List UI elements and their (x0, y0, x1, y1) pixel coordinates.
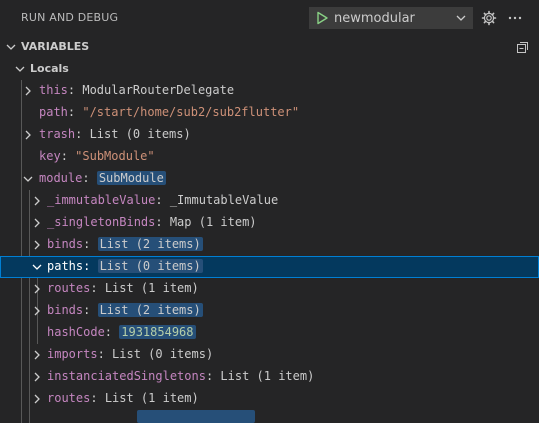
variable-value: Map (1 item) (169, 215, 257, 229)
variable-name: binds (47, 303, 84, 317)
chevron-down-icon (23, 176, 33, 182)
variable-row-singleton-binds[interactable]: _singletonBinds: Map (1 item) (0, 212, 539, 234)
chevron-right-icon (34, 196, 40, 206)
locals-scope[interactable]: Locals (0, 58, 539, 80)
variable-row-hashcode[interactable]: hashCode: 1931854968 (0, 322, 539, 344)
variable-row-this[interactable]: this: ModularRouterDelegate (0, 80, 539, 102)
variable-value: ModularRouterDelegate (82, 83, 235, 97)
run-and-debug-header: RUN AND DEBUG newmodular (0, 0, 539, 36)
variable-name: hashCode (47, 325, 105, 339)
chevron-right-icon (25, 130, 31, 140)
variable-name: module (39, 171, 83, 185)
chevron-right-icon (34, 240, 40, 250)
variable-row-module[interactable]: module: SubModule (0, 168, 539, 190)
collapse-all-icon[interactable] (515, 39, 531, 55)
variable-row-path[interactable]: path: "/start/home/sub2/sub2flutter" (0, 102, 539, 124)
chevron-down-icon (15, 66, 25, 72)
chevron-down-icon (6, 44, 16, 50)
chevron-right-icon (34, 284, 40, 294)
chevron-right-icon (34, 350, 40, 360)
variable-value: List (1 item) (220, 369, 315, 383)
variable-row-imports[interactable]: imports: List (0 items) (0, 344, 539, 366)
variable-value: List (1 item) (104, 391, 199, 405)
variable-name: this (39, 83, 68, 97)
variable-name: routes (47, 391, 91, 405)
variable-name: paths (47, 259, 84, 273)
chevron-right-icon (34, 372, 40, 382)
variable-name: path (39, 105, 68, 119)
variable-value: "/start/home/sub2/sub2flutter" (82, 105, 300, 119)
variable-value: List (0 items) (89, 127, 191, 141)
variable-row-instanciated-singletons[interactable]: instanciatedSingletons: List (1 item) (0, 366, 539, 388)
variable-row-paths[interactable]: paths: List (0 items) (0, 256, 539, 278)
variable-name: instanciatedSingletons (47, 369, 206, 383)
variable-value: List (2 items) (97, 303, 203, 317)
chevron-down-icon (32, 264, 42, 270)
variable-value: List (0 items) (97, 259, 203, 273)
launch-configuration-select[interactable]: newmodular (309, 7, 473, 29)
chevron-right-icon (34, 394, 40, 404)
chevron-right-icon (25, 86, 31, 96)
variable-row-routes[interactable]: routes: List (1 item) (0, 278, 539, 300)
variable-name: _singletonBinds (47, 215, 156, 229)
variable-value: "SubModule" (75, 149, 155, 163)
variable-value: 1931854968 (119, 325, 196, 339)
variable-row-binds[interactable]: binds: List (2 items) (0, 300, 539, 322)
variables-section-header[interactable]: VARIABLES (0, 36, 539, 58)
view-title: RUN AND DEBUG (21, 11, 119, 24)
configuration-name: newmodular (334, 11, 415, 26)
more-actions-icon[interactable] (507, 10, 523, 26)
variable-row-key[interactable]: key: "SubModule" (0, 146, 539, 168)
variable-row-binds[interactable]: binds: List (2 items) (0, 234, 539, 256)
variable-name: routes (47, 281, 91, 295)
variable-row-routes[interactable]: routes: List (1 item) (0, 388, 539, 410)
variable-name: _immutableValue (47, 193, 156, 207)
variable-row-partial[interactable] (0, 410, 539, 423)
variable-value (137, 410, 255, 423)
variables-section-title: VARIABLES (21, 40, 90, 53)
variable-name: trash (39, 127, 76, 141)
variable-row-trash[interactable]: trash: List (0 items) (0, 124, 539, 146)
start-debugging-icon[interactable] (315, 11, 329, 25)
chevron-right-icon (34, 218, 40, 228)
variable-name: key (39, 149, 61, 163)
variable-value: _ImmutableValue (169, 193, 279, 207)
scope-label: Locals (30, 62, 69, 75)
variable-value: List (0 items) (112, 347, 214, 361)
variable-value: List (1 item) (104, 281, 199, 295)
chevron-right-icon (34, 306, 40, 316)
variable-name: imports (47, 347, 98, 361)
variable-value: SubModule (96, 171, 166, 185)
gear-icon[interactable] (481, 10, 497, 26)
chevron-down-icon (456, 15, 466, 21)
variable-name: binds (47, 237, 84, 251)
variable-value: List (2 items) (97, 237, 203, 251)
variable-row-immutable-value[interactable]: _immutableValue: _ImmutableValue (0, 190, 539, 212)
